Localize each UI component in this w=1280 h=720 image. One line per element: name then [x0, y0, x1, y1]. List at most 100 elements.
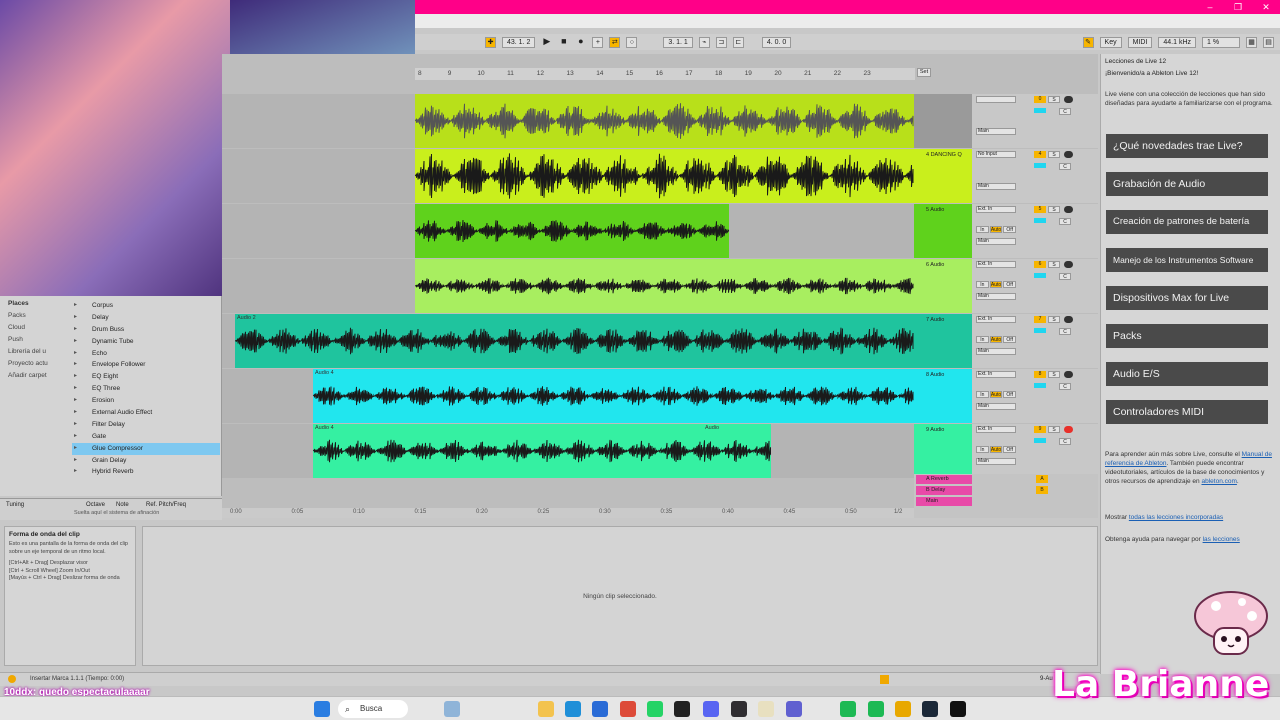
midi-map-button[interactable]: MIDI [1127, 36, 1153, 48]
lessons-help-link[interactable]: las lecciones [1203, 536, 1240, 543]
ableton-link[interactable]: ableton.com [1201, 478, 1236, 485]
return-track-header[interactable]: B Delay [916, 486, 972, 495]
loop-length[interactable]: 4. 0. 0 [761, 36, 792, 48]
volume-meter[interactable] [1034, 383, 1046, 388]
chrome-icon[interactable] [620, 701, 636, 717]
audio-clip[interactable] [415, 204, 729, 258]
audio-clip[interactable]: Audio 4 Audio [313, 424, 771, 478]
arrangement-track-lane[interactable]: Audio 4 [222, 369, 914, 423]
device-item[interactable]: EQ Three [72, 383, 220, 395]
vpn-icon[interactable] [786, 701, 802, 717]
track-header[interactable]: 8 Audio [914, 369, 972, 423]
monitor-auto-button[interactable]: Auto [989, 336, 1003, 343]
status-icon[interactable] [868, 701, 884, 717]
device-item[interactable]: Erosion [72, 395, 220, 407]
volume-meter[interactable] [1034, 273, 1046, 278]
monitor-auto-button[interactable]: Auto [989, 226, 1003, 233]
output-select[interactable]: Main [976, 348, 1016, 355]
input-type-select[interactable]: Ext. In [976, 206, 1016, 213]
pan-control[interactable]: C [1059, 108, 1071, 115]
spotify-icon[interactable] [840, 701, 856, 717]
lesson-button-audio-io[interactable]: Audio E/S [1106, 362, 1268, 386]
lesson-button-audio-recording[interactable]: Grabación de Audio [1106, 172, 1268, 196]
output-select[interactable]: Main [976, 293, 1016, 300]
chrome-icon-2[interactable] [895, 701, 911, 717]
solo-button[interactable]: S [1048, 151, 1060, 158]
return-track-header[interactable]: A Reverb [916, 475, 972, 484]
punch-in-icon[interactable]: ⊐ [715, 36, 727, 48]
monitor-off-button[interactable]: Off [1003, 281, 1017, 288]
monitor-switch[interactable]: In Auto Off [976, 446, 1017, 453]
output-select[interactable]: Main [976, 128, 1016, 135]
store-icon[interactable] [592, 701, 608, 717]
play-icon[interactable]: ▶ [541, 36, 552, 48]
loop-start[interactable]: 3. 1. 1 [663, 36, 693, 48]
media-icon[interactable] [674, 701, 690, 717]
track-activator[interactable]: 4 [1034, 151, 1046, 158]
audio-clip[interactable]: Audio 4 [313, 369, 914, 423]
arrangement-track-lane[interactable] [222, 94, 914, 148]
return-activator[interactable]: B [1036, 486, 1048, 494]
ableton-live-icon[interactable] [950, 701, 966, 717]
record-arm-icon[interactable] [1064, 206, 1073, 213]
volume-meter[interactable] [1034, 438, 1046, 443]
track-activator[interactable]: 7 [1034, 316, 1046, 323]
pan-control[interactable]: C [1059, 383, 1071, 390]
track-header[interactable] [914, 94, 972, 148]
monitor-in-button[interactable]: In [976, 226, 989, 233]
solo-button[interactable]: S [1048, 96, 1060, 103]
input-type-select[interactable]: Ext. In [976, 426, 1016, 433]
device-item[interactable]: Gate [72, 431, 220, 443]
monitor-off-button[interactable]: Off [1003, 226, 1017, 233]
arrangement-track-lane[interactable] [222, 149, 914, 203]
arrangement-position[interactable]: 43. 1. 2 [502, 36, 536, 48]
monitor-auto-button[interactable]: Auto [989, 446, 1003, 453]
audio-clip[interactable]: Audio 2 [235, 314, 914, 368]
device-item[interactable]: Drum Buss [72, 324, 220, 336]
record-arm-icon[interactable] [1064, 316, 1073, 323]
input-type-select[interactable]: Ext. In [976, 316, 1016, 323]
device-item[interactable]: Hybrid Reverb [72, 466, 220, 478]
audio-clip[interactable] [415, 259, 914, 313]
monitor-switch[interactable]: In Auto Off [976, 336, 1017, 343]
windows-start-icon[interactable] [314, 701, 330, 717]
file-explorer-icon[interactable] [538, 701, 554, 717]
monitor-switch[interactable]: In Auto Off [976, 391, 1017, 398]
whatsapp-icon[interactable] [647, 701, 663, 717]
device-item[interactable]: Filter Delay [72, 419, 220, 431]
arrangement-track-lane[interactable]: Audio 4 Audio [222, 424, 914, 478]
record-arm-icon[interactable] [1064, 96, 1073, 103]
all-lessons-link[interactable]: todas las lecciones incorporadas [1129, 514, 1223, 521]
track-activator[interactable]: 8 [1034, 371, 1046, 378]
places-item[interactable]: Proyecto actu [4, 358, 66, 370]
stop-icon[interactable]: ■ [558, 36, 569, 48]
discord-icon[interactable] [703, 701, 719, 717]
maximize-button[interactable]: ❐ [1224, 0, 1252, 14]
monitor-off-button[interactable]: Off [1003, 446, 1017, 453]
lesson-button-drum-patterns[interactable]: Creación de patrones de batería [1106, 210, 1268, 234]
maps-icon[interactable] [758, 701, 774, 717]
record-arm-icon[interactable] [1064, 371, 1073, 378]
pan-control[interactable]: C [1059, 438, 1071, 445]
volume-meter[interactable] [1034, 328, 1046, 333]
track-activator[interactable]: 0 [1034, 96, 1046, 103]
monitor-in-button[interactable]: In [976, 446, 989, 453]
minimize-button[interactable]: – [1196, 0, 1224, 14]
arrangement-track-lane[interactable] [222, 259, 914, 313]
solo-button[interactable]: S [1048, 371, 1060, 378]
obs-icon[interactable] [731, 701, 747, 717]
monitor-auto-button[interactable]: Auto [989, 281, 1003, 288]
track-header[interactable]: 4 DANCING Q [914, 149, 972, 203]
lesson-button-midi-controllers[interactable]: Controladores MIDI [1106, 400, 1268, 424]
record-icon[interactable]: ● [575, 36, 586, 48]
device-item[interactable]: Corpus [72, 300, 220, 312]
solo-button[interactable]: S [1048, 316, 1060, 323]
return-activator[interactable]: A [1036, 475, 1048, 483]
lesson-button-max-for-live[interactable]: Dispositivos Max for Live [1106, 286, 1268, 310]
device-item[interactable]: Delay [72, 312, 220, 324]
device-item[interactable]: Dynamic Tube [72, 336, 220, 348]
places-item[interactable]: Añadir carpet [4, 370, 66, 382]
device-item[interactable]: EQ Eight [72, 371, 220, 383]
volume-meter[interactable] [1034, 163, 1046, 168]
record-arm-icon[interactable] [1064, 426, 1073, 433]
